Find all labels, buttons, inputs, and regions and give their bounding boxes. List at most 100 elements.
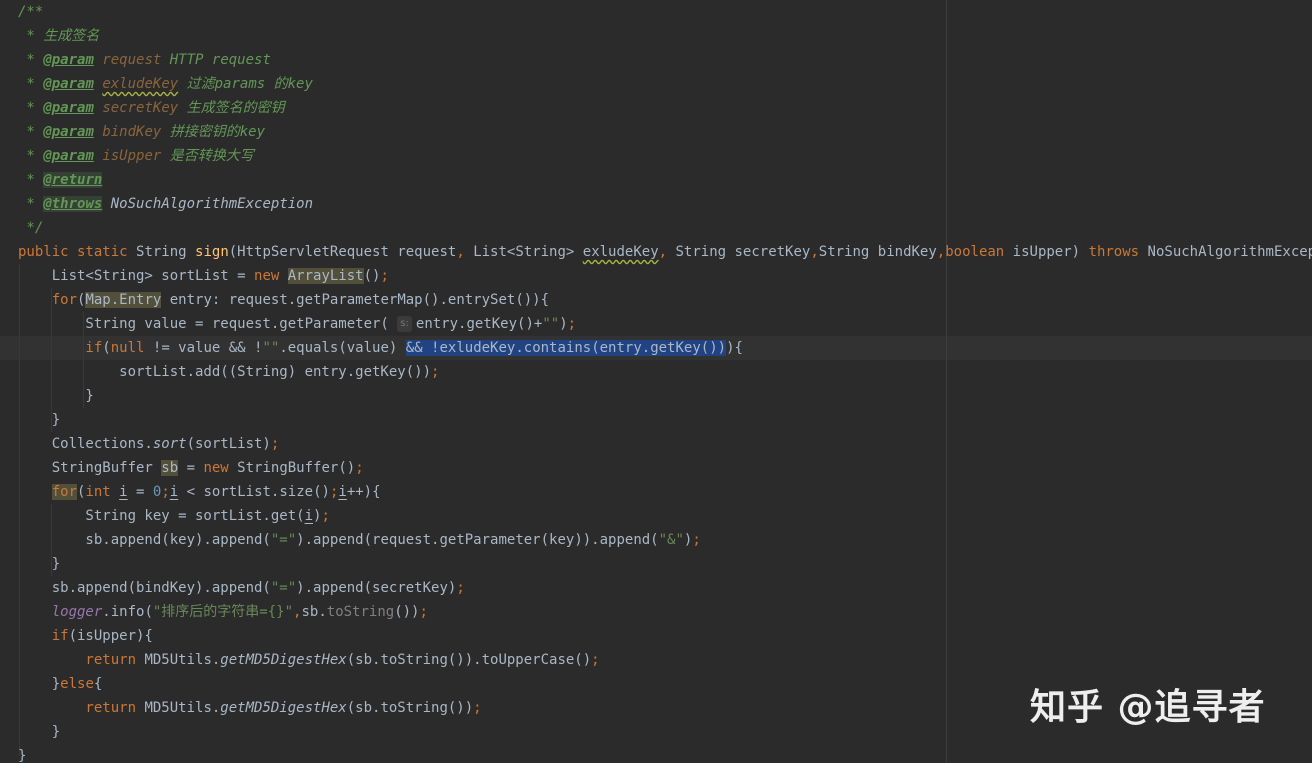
code-line[interactable]: return MD5Utils.getMD5DigestHex(sb.toStr… (18, 696, 481, 720)
code-line[interactable]: * @param secretKey 生成签名的密钥 (18, 96, 284, 120)
code-token: , (456, 244, 474, 260)
code-line[interactable]: sb.append(key).append("=").append(reques… (18, 528, 701, 552)
code-token: * (18, 148, 44, 164)
code-token: sb (161, 460, 179, 476)
code-line[interactable]: if(isUpper){ (18, 624, 153, 648)
code-line[interactable]: public static String sign(HttpServletReq… (18, 240, 1312, 264)
code-line[interactable]: * @param bindKey 拼接密钥的key (18, 120, 265, 144)
zhihu-watermark: 知乎 @追寻者 (1030, 687, 1266, 728)
code-line[interactable]: */ (18, 216, 43, 240)
code-token: } (18, 724, 61, 740)
code-token: ; (692, 532, 701, 548)
code-token: sort (152, 436, 187, 452)
code-token: i (304, 508, 314, 524)
code-token: ).append(request.getParameter(key)).appe… (296, 532, 659, 548)
code-line[interactable]: * @param exludeKey 过滤params 的key (18, 72, 312, 96)
code-token: List<String> sortList = (18, 268, 255, 284)
code-token: = (178, 460, 204, 476)
code-token: @return (43, 172, 103, 188)
code-token: return (18, 700, 145, 716)
code-token: ; (431, 364, 440, 380)
code-token: new (254, 268, 288, 284)
code-line[interactable]: * 生成签名 (18, 24, 99, 48)
code-token: Collections. (18, 436, 153, 452)
code-token: String secretKey (675, 244, 811, 260)
code-token: } (18, 676, 61, 692)
code-line[interactable]: } (18, 408, 60, 432)
code-token: "" (262, 340, 280, 356)
code-line[interactable]: String key = sortList.get(i); (18, 504, 329, 528)
code-token: ,boolean (936, 244, 1013, 260)
code-token: ; (456, 580, 465, 596)
code-token: "&" (658, 532, 684, 548)
code-token: (sb.toString()) (346, 700, 474, 716)
code-token: String bindKey (818, 244, 937, 260)
code-token: null (110, 340, 153, 356)
code-token: } (18, 388, 94, 404)
code-token: * (18, 52, 44, 68)
code-line[interactable]: if(null != value && !"".equals(value) &&… (18, 336, 743, 360)
code-line[interactable]: } (18, 384, 94, 408)
code-line[interactable]: sortList.add((String) entry.getKey()); (18, 360, 439, 384)
code-line[interactable]: * @param isUpper 是否转换大写 (18, 144, 253, 168)
code-token: sortList.add((String) entry.getKey()) (18, 364, 432, 380)
code-line[interactable]: logger.info("排序后的字符串={}",sb.toString()); (18, 600, 428, 624)
code-token: , (658, 244, 676, 260)
code-token: NoSuchAlgorithmException { (1147, 244, 1312, 260)
code-token: HTTP request (161, 52, 271, 68)
code-token: MD5Utils. (144, 652, 221, 668)
code-line[interactable]: StringBuffer sb = new StringBuffer(); (18, 456, 364, 480)
code-line[interactable]: } (18, 720, 60, 744)
code-token: /** (18, 4, 44, 20)
code-token: (sortList) (186, 436, 271, 452)
code-token: * 生成签名 (18, 28, 100, 44)
code-token: ()) (394, 604, 420, 620)
code-token: } (18, 412, 61, 428)
code-line[interactable]: }else{ (18, 672, 103, 696)
code-token: ).append(secretKey) (296, 580, 457, 596)
code-token: sb.append(bindKey).append( (18, 580, 271, 596)
code-token: .equals(value) (279, 340, 406, 356)
code-token: secretKey (102, 100, 179, 116)
code-token: StringBuffer (18, 460, 162, 476)
code-token: toString (326, 604, 395, 620)
code-line[interactable]: for(int i = 0;i < sortList.size();i++){ (18, 480, 381, 504)
code-token: throws (1088, 244, 1148, 260)
code-token: sign (195, 244, 229, 260)
code-token: ; (161, 484, 170, 500)
code-token: entry: request.getParameterMap().entrySe… (161, 292, 550, 308)
parameter-hint: s: (397, 316, 412, 332)
code-line[interactable]: sb.append(bindKey).append("=").append(se… (18, 576, 465, 600)
code-token: i (169, 484, 179, 500)
code-line[interactable]: * @return (18, 168, 103, 192)
code-line[interactable]: * @throws NoSuchAlgorithmException (18, 192, 313, 216)
code-line[interactable]: return MD5Utils.getMD5DigestHex(sb.toStr… (18, 648, 599, 672)
code-token: i (119, 484, 128, 500)
code-line[interactable]: } (18, 552, 60, 576)
code-line[interactable]: * @param request HTTP request (18, 48, 271, 72)
code-token: * (18, 172, 44, 188)
code-line[interactable]: } (18, 744, 26, 763)
code-token: != value && ! (152, 340, 263, 356)
code-token: exludeKey (582, 244, 659, 260)
code-token: () (363, 268, 381, 284)
code-token: ){ (726, 340, 743, 356)
code-token: isUpper) (1012, 244, 1089, 260)
code-token: ; (270, 436, 280, 452)
right-margin-guide (946, 0, 947, 763)
code-editor[interactable]: /** * 生成签名 * @param request HTTP request… (0, 0, 1312, 763)
code-line[interactable]: /** (18, 0, 43, 24)
code-token: getMD5DigestHex (220, 700, 347, 716)
code-token: (sb.toString()).toUpperCase() (346, 652, 592, 668)
code-token: */ (18, 220, 44, 236)
code-token: (HttpServletRequest request (228, 244, 457, 260)
code-token: bindKey (102, 124, 162, 140)
code-line[interactable]: for(Map.Entry entry: request.getParamete… (18, 288, 549, 312)
code-token: .info( (102, 604, 153, 620)
code-line[interactable]: String value = request.getParameter( s: e… (18, 312, 576, 336)
code-token: logger (51, 604, 103, 620)
code-line[interactable]: List<String> sortList = new ArrayList(); (18, 264, 389, 288)
code-token: "=" (270, 532, 297, 548)
code-line[interactable]: Collections.sort(sortList); (18, 432, 280, 456)
